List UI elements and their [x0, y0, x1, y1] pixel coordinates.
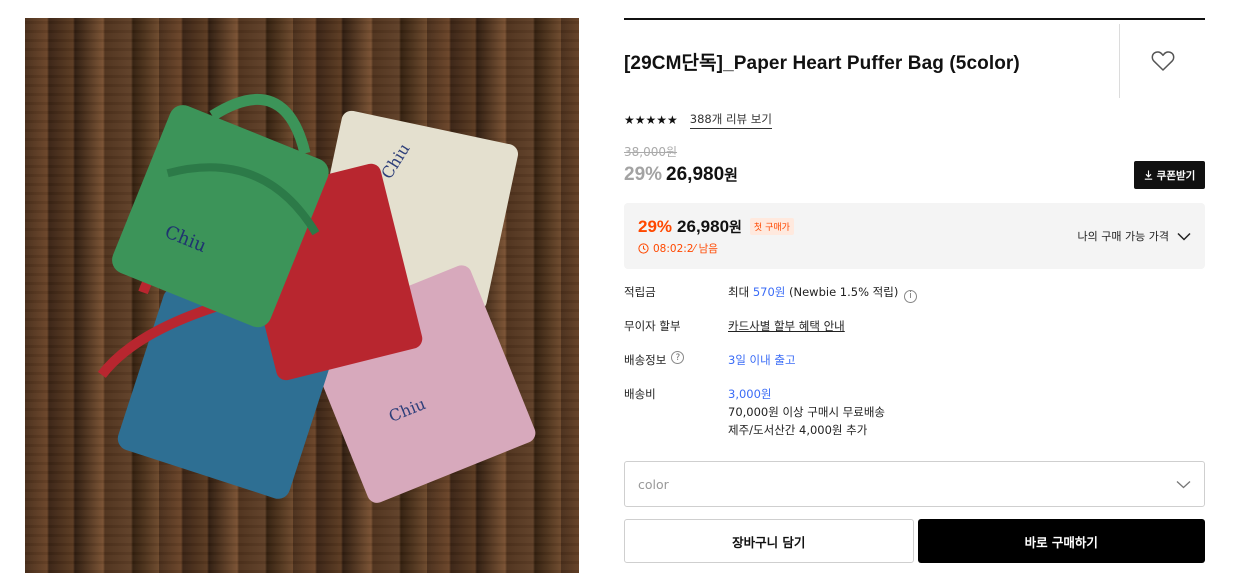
color-select-placeholder: color — [638, 476, 669, 492]
detail-list: 적립금 최대 570원 (Newbie 1.5% 적립) i 무이자 할부 카드… — [624, 283, 1205, 439]
wishlist-button[interactable] — [1119, 24, 1205, 98]
my-price-line: 29% 26,980 원 첫 구매가 — [638, 217, 794, 237]
timer-text: 08:02:2⁄ 남음 — [653, 242, 718, 255]
shipping-fee-cell: 3,000원 70,000원 이상 구매시 무료배송 제주/도서산간 4,000… — [728, 385, 1205, 439]
points-row: 적립금 최대 570원 (Newbie 1.5% 적립) i — [624, 283, 1205, 317]
shipping-info-label-cell: 배송정보 ? — [624, 351, 728, 385]
points-suffix: (Newbie 1.5% 적립) — [789, 285, 899, 299]
product-title: [29CM단독]_Paper Heart Puffer Bag (5color) — [624, 53, 1020, 74]
help-icon[interactable]: ? — [671, 351, 685, 364]
coupon-button-label: 쿠폰받기 — [1156, 169, 1196, 182]
shipping-fee-row: 배송비 3,000원 70,000원 이상 구매시 무료배송 제주/도서산간 4… — [624, 385, 1205, 439]
installment-link[interactable]: 카드사별 할부 혜택 안내 — [728, 319, 845, 333]
currency-label: 원 — [724, 167, 738, 184]
add-to-cart-button[interactable]: 장바구니 담기 — [624, 519, 914, 563]
coupon-button[interactable]: 쿠폰받기 — [1134, 161, 1205, 189]
bags-illustration: Chiu Chiu Chiu — [97, 94, 536, 503]
buy-now-button[interactable]: 바로 구매하기 — [917, 519, 1205, 563]
my-price-toggle-label: 나의 구매 가능 가격 — [1077, 230, 1169, 243]
chevron-down-icon — [1177, 232, 1191, 241]
action-buttons: 장바구니 담기 바로 구매하기 — [624, 519, 1205, 563]
sale-amount: 26,980 — [666, 164, 725, 185]
countdown-timer: 08:02:2⁄ 남음 — [638, 241, 794, 256]
first-purchase-badge: 첫 구매가 — [749, 218, 794, 235]
title-row: [29CM단독]_Paper Heart Puffer Bag (5color) — [624, 20, 1205, 98]
rating-row: ★★★★★ 388개 리뷰 보기 — [624, 110, 1205, 130]
installment-label: 무이자 할부 — [624, 319, 681, 333]
price-row: 29% 26,980원 쿠폰받기 — [624, 161, 1205, 189]
shipping-info-row: 배송정보 ? 3일 이내 출고 — [624, 351, 1205, 385]
discount-percent: 29% — [624, 164, 663, 185]
color-option-select[interactable]: color — [624, 461, 1205, 507]
my-price-currency: 원 — [729, 218, 742, 235]
points-amount: 570원 — [752, 285, 786, 299]
chevron-down-icon — [1176, 480, 1191, 488]
review-link[interactable]: 388개 리뷰 보기 — [689, 111, 772, 129]
star-rating: ★★★★★ — [624, 113, 678, 127]
points-value: 최대 570원 (Newbie 1.5% 적립) i — [728, 283, 1205, 317]
installment-value-cell: 카드사별 할부 혜택 안내 — [728, 317, 1205, 351]
info-icon[interactable]: i — [904, 289, 917, 303]
installment-row: 무이자 할부 카드사별 할부 혜택 안내 — [624, 317, 1205, 351]
points-label: 적립금 — [624, 285, 656, 299]
download-icon — [1144, 170, 1152, 180]
shipping-fee-label: 배송비 — [624, 387, 656, 401]
free-shipping-note: 70,000원 이상 구매시 무료배송 — [728, 405, 886, 419]
shipping-info-value: 3일 이내 출고 — [728, 353, 796, 367]
heart-icon — [1151, 51, 1174, 71]
points-prefix: 최대 — [728, 285, 750, 299]
shipping-info-label: 배송정보 — [624, 353, 667, 367]
my-price-toggle[interactable]: 나의 구매 가능 가격 — [1078, 228, 1191, 244]
extra-shipping-note: 제주/도서산간 4,000원 추가 — [728, 423, 868, 437]
product-info-panel: [29CM단독]_Paper Heart Puffer Bag (5color)… — [624, 18, 1205, 563]
shipping-fee-value: 3,000원 — [728, 387, 772, 401]
my-price-info: 29% 26,980 원 첫 구매가 08:02:2⁄ 남음 — [638, 217, 794, 256]
my-discount-percent: 29% — [638, 216, 673, 236]
original-price: 38,000원 — [624, 145, 678, 159]
my-price-box: 29% 26,980 원 첫 구매가 08:02:2⁄ 남음 나의 구매 가능 가… — [624, 203, 1205, 269]
product-image: Chiu Chiu Chiu — [25, 18, 579, 573]
clock-icon — [638, 242, 649, 254]
sale-price: 29% 26,980원 — [624, 164, 738, 186]
my-price-amount: 26,980 — [677, 216, 730, 236]
